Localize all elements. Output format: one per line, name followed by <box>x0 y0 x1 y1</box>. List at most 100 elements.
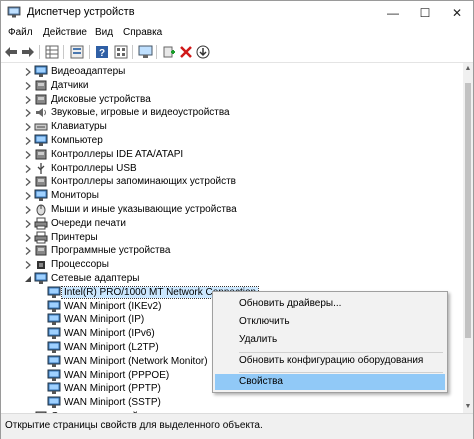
usb-icon <box>34 162 48 175</box>
tree-item-label: Процессоры <box>51 259 109 271</box>
tree-item[interactable]: WAN Miniport (SSTP) <box>1 396 461 410</box>
tree-category[interactable]: Видеоадаптеры <box>1 65 461 79</box>
tree-category[interactable]: Принтеры <box>1 231 461 245</box>
menu-item-properties[interactable]: Свойства <box>215 374 445 390</box>
maximize-button[interactable]: ☐ <box>409 1 441 25</box>
storage-controller-icon <box>34 175 48 188</box>
tree-category[interactable]: Компьютер <box>1 134 461 148</box>
tree-item-label: Звуковые, игровые и видеоустройства <box>51 107 230 119</box>
tree-item-label: Программные устройства <box>51 245 171 257</box>
mouse-icon <box>34 203 48 216</box>
collapsed-arrow-icon[interactable] <box>23 95 33 105</box>
tree-category[interactable]: Контроллеры USB <box>1 162 461 176</box>
collapsed-arrow-icon[interactable] <box>23 233 33 243</box>
tree-item-label: Принтеры <box>51 231 98 243</box>
tree-item-label: WAN Miniport (IKEv2) <box>64 300 162 312</box>
toolbar: ? <box>1 42 473 63</box>
sensor-icon <box>34 79 48 92</box>
menu-separator <box>239 372 443 373</box>
tree-category[interactable]: Контроллеры запоминающих устройств <box>1 175 461 189</box>
tree-item-label: WAN Miniport (IP) <box>64 314 145 326</box>
tree-item-label: Датчики <box>51 79 89 91</box>
network-device-icon <box>47 341 61 354</box>
collapsed-arrow-icon[interactable] <box>23 67 33 77</box>
collapsed-arrow-icon[interactable] <box>23 122 33 132</box>
tree-item-label: Видеоадаптеры <box>51 66 126 77</box>
tree-item-label: WAN Miniport (L2TP) <box>64 342 159 353</box>
tree-item-label: WAN Miniport (SSTP) <box>64 397 161 409</box>
scroll-thumb[interactable] <box>465 83 471 338</box>
menu-file[interactable]: Файл <box>8 27 33 38</box>
collapsed-arrow-icon[interactable] <box>23 177 33 187</box>
menu-help[interactable]: Справка <box>123 27 162 38</box>
download-icon[interactable] <box>195 44 211 60</box>
collapsed-arrow-icon[interactable] <box>23 191 33 201</box>
menu-item-update-drivers[interactable]: Обновить драйверы... <box>215 296 445 312</box>
status-text: Открытие страницы свойств для выделенног… <box>5 420 263 431</box>
minimize-button[interactable]: — <box>377 1 409 25</box>
tree-item-label: Клавиатуры <box>51 121 107 133</box>
tree-category[interactable]: Звуковые, игровые и видеоустройства <box>1 106 461 120</box>
collapsed-arrow-icon[interactable] <box>23 260 33 270</box>
network-device-icon <box>47 327 61 340</box>
tree-category[interactable]: Очереди печати <box>1 217 461 231</box>
ide-controller-icon <box>34 148 48 161</box>
help-icon[interactable]: ? <box>94 44 110 60</box>
network-device-icon <box>47 355 61 368</box>
network-device-icon <box>47 369 61 382</box>
close-button[interactable]: ✕ <box>441 1 473 25</box>
sound-icon <box>34 106 48 119</box>
scan-list-icon[interactable] <box>69 44 85 60</box>
tree-item-label: Очереди печати <box>51 217 127 229</box>
tree-item-label: WAN Miniport (IPv6) <box>64 328 155 340</box>
add-driver-icon[interactable] <box>161 44 177 60</box>
back-icon[interactable] <box>3 44 19 60</box>
tree-category[interactable]: Программные устройства <box>1 244 461 258</box>
tree-category[interactable]: Процессоры <box>1 258 461 272</box>
printer-icon <box>34 231 48 244</box>
device-manager-window: Диспетчер устройств — ☐ ✕ Файл Действие … <box>0 0 474 439</box>
keyboard-icon <box>34 120 48 133</box>
collapsed-arrow-icon[interactable] <box>23 108 33 118</box>
collapsed-arrow-icon[interactable] <box>23 136 33 146</box>
expanded-arrow-icon[interactable] <box>23 274 33 284</box>
forward-icon[interactable] <box>20 44 36 60</box>
properties-grid-icon[interactable] <box>44 44 60 60</box>
uninstall-icon[interactable] <box>178 44 194 60</box>
tree-category[interactable]: Мыши и иные указывающие устройства <box>1 203 461 217</box>
tree-item-label: Компьютер <box>51 135 103 146</box>
menu-item-uninstall[interactable]: Удалить <box>215 332 445 348</box>
disk-icon <box>34 93 48 106</box>
tree-item-label: WAN Miniport (PPPOE) <box>64 369 170 381</box>
collapsed-arrow-icon[interactable] <box>23 164 33 174</box>
tree-category[interactable]: Мониторы <box>1 189 461 203</box>
menu-action[interactable]: Действие <box>43 27 87 38</box>
collapsed-arrow-icon[interactable] <box>23 81 33 91</box>
window-title: Диспетчер устройств <box>27 6 135 18</box>
tree-category[interactable]: Контроллеры IDE ATA/ATAPI <box>1 148 461 162</box>
collapsed-arrow-icon[interactable] <box>23 205 33 215</box>
device-manager-icon <box>7 6 21 18</box>
vertical-scrollbar[interactable]: ▲ ▼ <box>463 63 473 413</box>
tree-category[interactable]: Дисковые устройства <box>1 93 461 107</box>
collapsed-arrow-icon[interactable] <box>23 219 33 229</box>
device-view-icon[interactable] <box>113 44 129 60</box>
network-device-icon <box>47 286 61 299</box>
monitor-scan-icon[interactable] <box>137 44 153 60</box>
monitor-icon <box>34 189 48 202</box>
tree-item-label: Мыши и иные указывающие устройства <box>51 204 237 215</box>
collapsed-arrow-icon[interactable] <box>23 150 33 160</box>
menu-item-disable[interactable]: Отключить <box>215 314 445 330</box>
scroll-down-icon[interactable]: ▼ <box>463 401 473 413</box>
tree-item-label: Контроллеры USB <box>51 162 137 174</box>
tree-category[interactable]: Клавиатуры <box>1 120 461 134</box>
network-device-icon <box>47 396 61 409</box>
tree-item-label: Сетевые адаптеры <box>51 273 140 284</box>
scroll-up-icon[interactable]: ▲ <box>463 63 473 75</box>
network-device-icon <box>47 313 61 326</box>
tree-category[interactable]: Сетевые адаптеры <box>1 272 461 286</box>
tree-category[interactable]: Датчики <box>1 79 461 93</box>
menu-view[interactable]: Вид <box>95 27 113 38</box>
menu-item-scan-hardware[interactable]: Обновить конфигурацию оборудования <box>215 353 445 369</box>
collapsed-arrow-icon[interactable] <box>23 246 33 256</box>
